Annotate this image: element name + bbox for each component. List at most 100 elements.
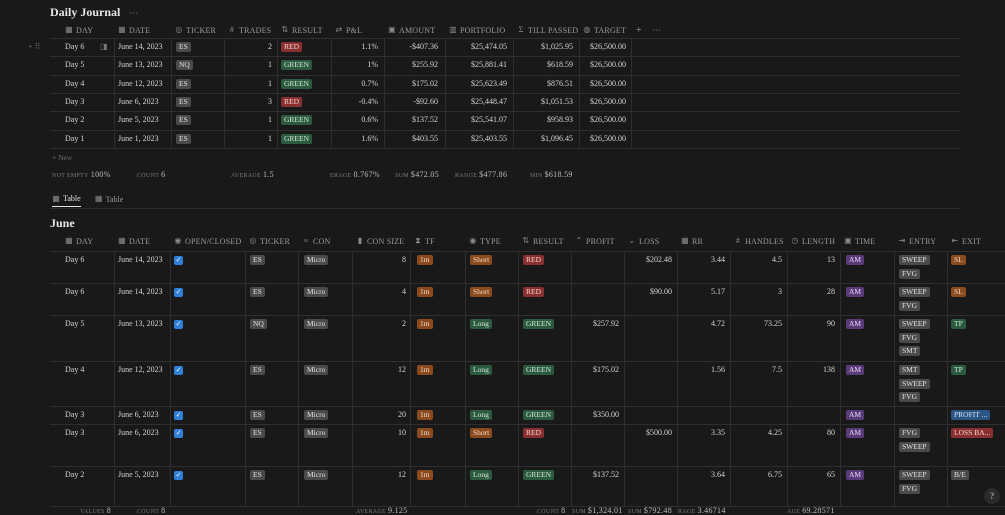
table-row[interactable]: Day 4 June 12, 2023 ✓ ES Micro 12 1m Long GREEN $… xyxy=(50,361,1005,406)
col-tf[interactable]: ⧗ TF xyxy=(414,237,435,246)
col-exit[interactable]: ⇤ EXIT xyxy=(951,237,981,246)
table-row[interactable]: Day 3 June 6, 2023 ✓ ES Micro 20 1m Long GREEN $3… xyxy=(50,406,1005,424)
open-closed-checkbox[interactable]: ✓ xyxy=(174,287,183,297)
column-divider xyxy=(730,251,731,506)
col-profit[interactable]: ⌃ PROFIT xyxy=(575,237,615,246)
open-closed-checkbox[interactable]: ✓ xyxy=(174,365,183,375)
result-cell: GREEN xyxy=(523,470,554,480)
footer-rage[interactable]: RAGE 3.46714 xyxy=(678,506,726,515)
table-row[interactable]: Day 6 June 14, 2023 ✓ ES Micro 4 1m Short RED $90… xyxy=(50,283,1005,315)
exit-cell-tag: B/E xyxy=(951,470,969,480)
open-closed-checkbox[interactable]: ✓ xyxy=(174,319,183,329)
ticker-cell: ES xyxy=(250,365,265,375)
add-column-button[interactable]: + xyxy=(636,25,642,36)
col-ticker[interactable]: ◎ TICKER xyxy=(249,237,290,246)
col-time[interactable]: ▣ TIME xyxy=(844,237,875,246)
footer-values[interactable]: VALUES 8 xyxy=(80,506,111,515)
help-button[interactable]: ? xyxy=(984,488,1000,504)
footer-count[interactable]: COUNT 6 xyxy=(137,170,165,179)
col-type[interactable]: ◉ TYPE xyxy=(469,237,501,246)
footer-value: 100% xyxy=(90,170,111,179)
footer-min[interactable]: MIN $618.59 xyxy=(530,170,573,179)
date-cell: June 6, 2023 xyxy=(118,96,159,106)
table-row[interactable]: Day 2 June 5, 2023 ES 1 GREEN 0.6% $137.52 $25,… xyxy=(50,111,960,129)
table-row[interactable]: Day 4 June 12, 2023 ES 1 GREEN 0.7% $175.02 $25… xyxy=(50,74,960,93)
col-result[interactable]: ⇅ RESULT xyxy=(281,26,323,35)
footer-sum[interactable]: SUM $472.05 xyxy=(395,170,439,179)
rollup-icon: ⇅ xyxy=(281,25,289,34)
rollup-icon: ⇅ xyxy=(522,236,530,245)
open-closed-checkbox[interactable]: ✓ xyxy=(174,255,183,265)
col-con-size[interactable]: ▮ CON SIZE xyxy=(356,237,405,246)
journal-more-icon[interactable]: ··· xyxy=(129,8,138,18)
open-closed-checkbox[interactable]: ✓ xyxy=(174,470,183,480)
footer-sum2[interactable]: SUM $792.48 xyxy=(628,506,672,515)
col-rr[interactable]: ▦ RR xyxy=(681,237,703,246)
col-date[interactable]: ▦ DATE xyxy=(118,237,150,246)
con-cell-tag: Micro xyxy=(304,470,329,480)
col-handles[interactable]: # HANDLES xyxy=(734,237,784,246)
col-pnl[interactable]: ⇄ P&L xyxy=(335,26,362,35)
footer-average[interactable]: AVERAGE 1.5 xyxy=(231,170,274,179)
row-handle-icon[interactable]: + ⠿ xyxy=(28,42,40,51)
tab-table-1[interactable]: ▦ Table xyxy=(52,194,81,207)
col-length[interactable]: ◷ LENGTH xyxy=(791,237,835,246)
type-cell: Short xyxy=(470,255,493,265)
number-icon: # xyxy=(735,236,741,245)
result-cell-tag: RED xyxy=(523,428,544,438)
day-cell: Day 1 xyxy=(65,133,85,143)
footer-value: 1.5 xyxy=(263,170,274,179)
table-row[interactable]: Day 2 June 5, 2023 ✓ ES Micro 12 1m Long GREEN $1… xyxy=(50,466,1005,506)
new-row-button[interactable]: + New xyxy=(52,153,72,162)
col-date[interactable]: ▦ DATE xyxy=(118,26,150,35)
column-more-button[interactable]: ··· xyxy=(652,26,661,35)
col-trades[interactable]: # TRADES xyxy=(228,26,271,35)
footer-count2[interactable]: COUNT 8 xyxy=(537,506,565,515)
footer-sum[interactable]: SUM $1,324.01 xyxy=(572,506,623,515)
col-portfolio[interactable]: ▥ PORTFOLIO xyxy=(449,26,505,35)
table-row[interactable]: Day 3 June 6, 2023 ✓ ES Micro 10 1m Short RED $50… xyxy=(50,424,1005,466)
table-row[interactable]: Day 5 June 13, 2023 ✓ NQ Micro 2 1m Long GREEN $2… xyxy=(50,315,1005,361)
journal-title-text: Daily Journal xyxy=(50,5,121,19)
target-cell: $26,500.00 xyxy=(590,42,626,51)
col-label: TYPE xyxy=(480,236,501,246)
time-cell: AM xyxy=(846,470,865,480)
col-day[interactable]: ▦ DAY xyxy=(65,26,93,35)
check-icon: ✓ xyxy=(174,471,183,480)
table-row[interactable]: Day 3 June 6, 2023 ES 3 RED -0.4% -$92.60 $25,4… xyxy=(50,92,960,111)
amount-cell: $403.55 xyxy=(412,133,438,143)
rr-cell: 3.44 xyxy=(711,255,725,264)
con-size-cell: 4 xyxy=(402,287,406,296)
footer-count[interactable]: COUNT 8 xyxy=(137,506,165,515)
table-row[interactable]: Day 5 June 13, 2023 NQ 1 GREEN 1% $255.92 $25,8… xyxy=(50,56,960,74)
table-row[interactable]: Day 6 June 14, 2023 ✓ ES Micro 8 1m Short RED $20… xyxy=(50,251,1005,283)
footer-average[interactable]: AVERAGE 9.125 xyxy=(356,506,408,515)
table-row[interactable]: Day 6 June 14, 2023 ES 2 RED 1.1% -$407.36 $25,… xyxy=(50,38,960,56)
col-con[interactable]: ≡ CON xyxy=(302,237,331,246)
length-cell: 28 xyxy=(827,287,835,296)
col-result[interactable]: ⇅ RESULT xyxy=(522,237,564,246)
col-loss[interactable]: ⌄ LOSS xyxy=(628,237,660,246)
open-closed-checkbox[interactable]: ✓ xyxy=(174,428,183,438)
time-cell-tag: AM xyxy=(846,365,865,375)
tab-table-2[interactable]: ▦ Table xyxy=(95,194,123,207)
col-open-closed[interactable]: ◉ OPEN/CLOSED xyxy=(174,237,241,246)
col-label: DAY xyxy=(76,25,94,35)
col-day[interactable]: ▦ DAY xyxy=(65,237,93,246)
footer-not-empty[interactable]: NOT EMPTY 100% xyxy=(52,170,111,179)
col-amount[interactable]: ▣ AMOUNT xyxy=(388,26,435,35)
footer-erage[interactable]: ERAGE 0.767% xyxy=(330,170,380,179)
handles-cell: 3 xyxy=(778,287,782,296)
length-cell: 13 xyxy=(827,255,835,264)
col-target[interactable]: ◍ TARGET xyxy=(583,26,626,35)
col-ticker[interactable]: ◎ TICKER xyxy=(175,26,216,35)
footer-range[interactable]: RANGE $477.86 xyxy=(455,170,507,179)
col-till-passed[interactable]: Σ TILL PASSED xyxy=(517,26,579,35)
footer-age[interactable]: AGE 69.28571 xyxy=(787,506,835,515)
table-row[interactable]: Day 1 June 1, 2023 ES 1 GREEN 1.6% $403.55 $25,… xyxy=(50,129,960,148)
portfolio-cell: $25,403.55 xyxy=(471,133,507,143)
column-divider xyxy=(840,251,841,506)
open-closed-checkbox[interactable]: ✓ xyxy=(174,410,183,420)
col-entry[interactable]: ⇥ ENTRY xyxy=(898,237,936,246)
day-cell: Day 2 xyxy=(65,115,85,125)
